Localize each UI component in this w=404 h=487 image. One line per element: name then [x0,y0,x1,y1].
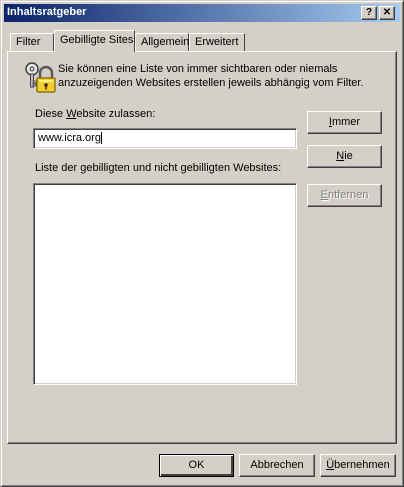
website-input-value: www.icra.org [38,132,101,144]
approved-sites-list[interactable] [33,183,297,385]
help-button[interactable]: ? [361,6,377,20]
apply-mnemonic: Ü [326,459,335,471]
ok-button[interactable]: OK [159,454,234,477]
title-bar[interactable]: Inhaltsratgeber ? ✕ [4,4,400,22]
website-label-post: ebsite zulassen: [76,108,156,120]
list-label: Liste der gebilligten und nicht gebillig… [35,162,282,174]
window-title: Inhaltsratgeber [7,6,87,18]
cancel-button[interactable]: Abbrechen [239,454,315,477]
never-rest: ie [344,150,353,162]
apply-rest: bernehmen [334,459,390,471]
tab-filter-label: Filter [16,36,41,48]
remove-mnemonic: E [320,189,328,201]
website-label: Diese Website zulassen: [35,108,155,120]
dialog-window: Inhaltsratgeber ? ✕ Filter Gebilligte Si… [0,0,404,487]
never-button[interactable]: Nie [307,145,382,168]
never-mnemonic: N [336,150,345,162]
website-label-mnemonic: W [66,108,77,120]
always-rest: mmer [331,116,361,128]
always-button[interactable]: Immer [307,111,382,134]
remove-rest: ntfernen [327,189,369,201]
close-button[interactable]: ✕ [379,6,395,20]
tab-general[interactable]: Allgemein [135,33,189,51]
website-label-pre: Diese [35,108,67,120]
tab-filter[interactable]: Filter [10,33,54,51]
close-icon: ✕ [382,7,392,18]
tab-approved-sites-label: Gebilligte Sites [60,34,134,46]
remove-button[interactable]: Entfernen [307,184,382,207]
tab-advanced[interactable]: Erweitert [189,33,245,51]
ok-label: OK [188,459,205,471]
tab-general-label: Allgemein [141,36,190,48]
text-caret [101,132,102,144]
apply-button[interactable]: Übernehmen [320,454,396,477]
cancel-label: Abbrechen [250,459,304,471]
key-lock-icon [25,62,56,93]
help-icon: ? [365,7,373,18]
tab-advanced-label: Erweitert [195,36,239,48]
website-input[interactable]: www.icra.org [33,128,297,149]
description-text: Sie können eine Liste von immer sichtbar… [58,63,364,89]
tab-approved-sites[interactable]: Gebilligte Sites [54,30,135,52]
